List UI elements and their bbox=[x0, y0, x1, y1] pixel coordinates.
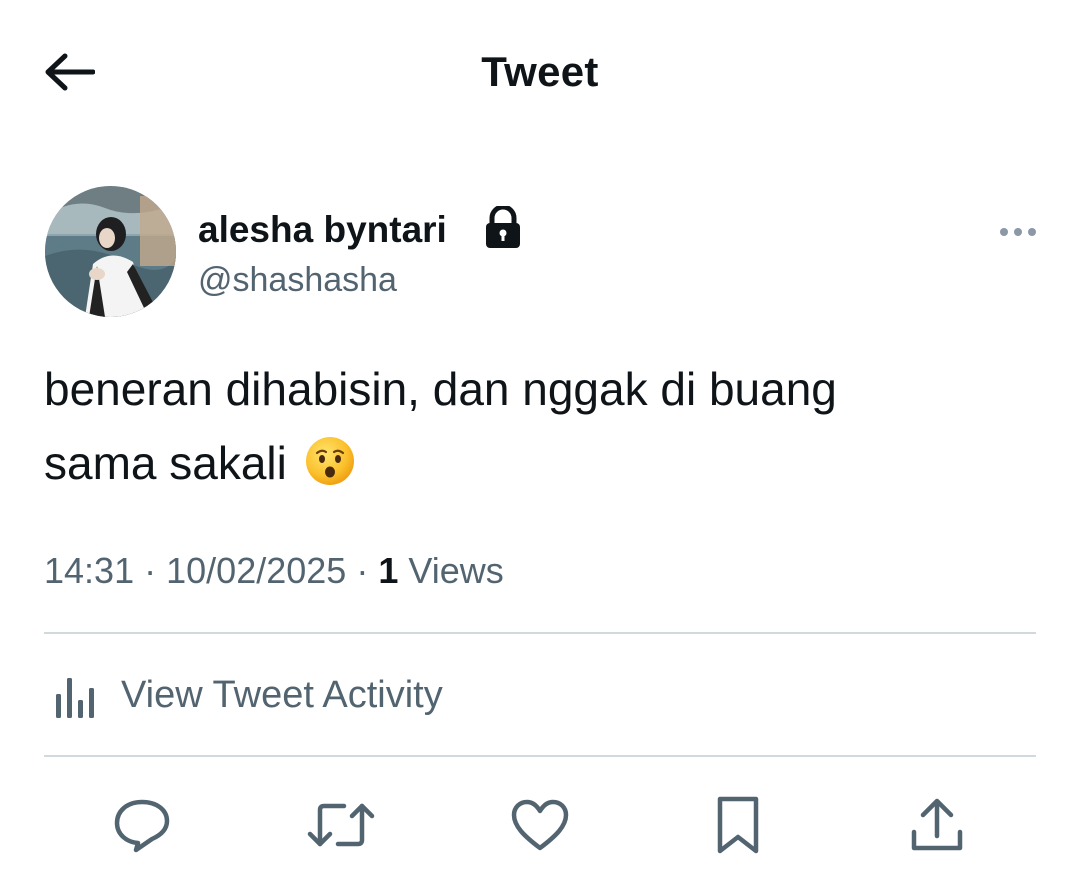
tweet-actions-bar bbox=[0, 780, 1080, 870]
reply-button[interactable] bbox=[107, 790, 177, 860]
share-icon bbox=[911, 798, 963, 851]
page-title: Tweet bbox=[481, 48, 599, 95]
share-button[interactable] bbox=[902, 790, 972, 860]
tweet-text-line: beneran dihabisin, dan nggak di buang bbox=[44, 363, 837, 415]
author-handle[interactable]: @shashasha bbox=[198, 261, 397, 300]
tweet-text-segment: sama sakali bbox=[44, 437, 287, 489]
meta-separator: · bbox=[356, 550, 369, 591]
views-label: Views bbox=[408, 550, 504, 591]
like-button[interactable] bbox=[505, 790, 575, 860]
view-tweet-activity-button[interactable]: View Tweet Activity bbox=[44, 660, 644, 732]
view-tweet-activity-label: View Tweet Activity bbox=[121, 674, 443, 716]
author-display-name[interactable]: alesha byntari bbox=[198, 209, 447, 251]
bookmark-icon bbox=[717, 796, 759, 854]
tweet-text: beneran dihabisin, dan nggak di buang sa… bbox=[44, 352, 1036, 500]
tweet-text-line: sama sakali bbox=[44, 426, 1036, 500]
tweet-meta: 14:31 · 10/02/2025 · 1 Views bbox=[44, 550, 504, 592]
avatar[interactable] bbox=[45, 186, 176, 317]
heart-icon bbox=[511, 799, 569, 851]
views-count: 1 bbox=[378, 550, 399, 591]
more-horizontal-icon bbox=[1000, 228, 1036, 236]
meta-separator: · bbox=[144, 550, 157, 591]
tweet-time: 14:31 bbox=[44, 550, 135, 591]
tweet-author: alesha byntari @shashasha bbox=[44, 186, 1036, 320]
more-options-button[interactable] bbox=[994, 216, 1042, 248]
bar-chart-icon bbox=[52, 672, 100, 720]
divider bbox=[44, 755, 1036, 757]
lock-icon bbox=[483, 206, 523, 250]
reply-icon bbox=[114, 799, 170, 853]
tweet-date: 10/02/2025 bbox=[166, 550, 347, 591]
top-bar: Tweet bbox=[0, 0, 1080, 145]
bookmark-button[interactable] bbox=[703, 790, 773, 860]
divider bbox=[44, 632, 1036, 634]
retweet-button[interactable] bbox=[306, 790, 376, 860]
hushed-face-emoji bbox=[304, 435, 356, 487]
retweet-icon bbox=[307, 803, 375, 847]
